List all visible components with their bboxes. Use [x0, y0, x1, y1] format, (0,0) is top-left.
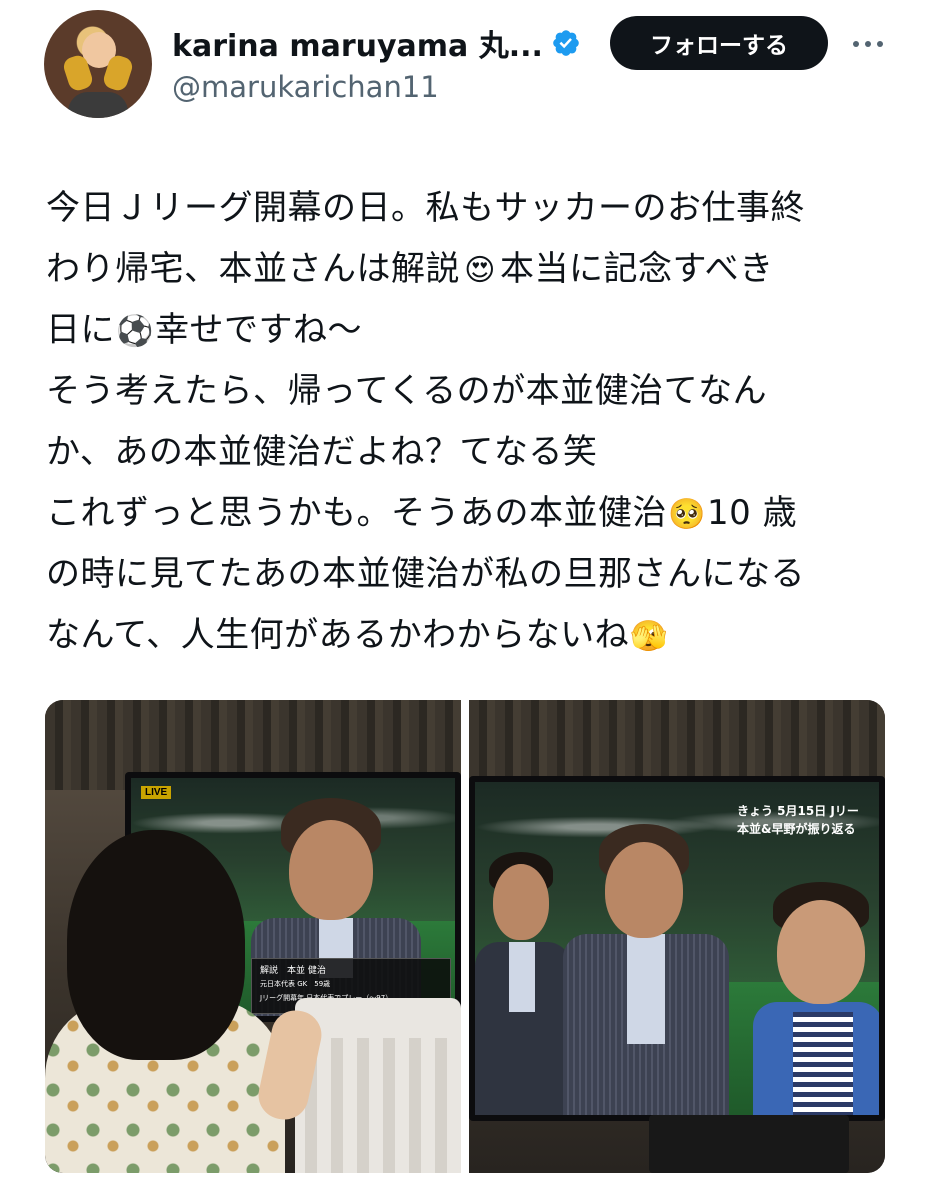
- tweet-line-text: わり帰宅、本並さんは解説: [46, 249, 460, 289]
- live-badge: LIVE: [141, 786, 172, 799]
- tweet-line-text: これずっと思うかも。そうあの本並健治: [46, 493, 667, 533]
- media-photo-right[interactable]: きょう 5月15日 Jリー 本並&早野が振り返る: [469, 700, 885, 1173]
- tweet-line-text: 日に: [46, 310, 115, 350]
- person-left-shirt: [509, 942, 535, 1012]
- verified-badge-icon: [553, 30, 579, 56]
- child-hair: [67, 830, 245, 1060]
- soccer-ball-emoji-icon: ⚽: [116, 314, 154, 349]
- person-right-shirt: [793, 1012, 853, 1115]
- person-right: [753, 882, 879, 1115]
- tweet-line-4: そう考えたら、帰ってくるのが本並健治てなん: [46, 361, 896, 422]
- avatar-shirt: [68, 92, 128, 118]
- tweet-line-text: か、あの本並健治だよね？てなる笑: [46, 432, 598, 472]
- tweet-line-text: そう考えたら、帰ってくるのが本並健治てなん: [46, 371, 768, 411]
- tweet-line-3: 日に⚽幸せですね〜: [46, 300, 896, 361]
- tv-stand: [649, 1115, 849, 1173]
- tweet-line-6: これずっと思うかも。そうあの本並健治🥺10 歳: [46, 483, 896, 544]
- person-right-face: [777, 900, 865, 1004]
- person-left-face: [493, 864, 549, 940]
- tweet-media: LIVE 解説 本並 健治 元日本代表 GK 59歳 Jリーグ開幕年 日本代表で…: [45, 700, 885, 1173]
- person-center-face: [605, 842, 683, 938]
- person-center: [563, 824, 733, 1115]
- display-name[interactable]: karina maruyama 丸...: [172, 21, 543, 65]
- tweet-line-text: 本当に記念すべき: [500, 249, 774, 289]
- person-center-shirt: [627, 934, 665, 1044]
- tweet-line-text: 幸せですね〜: [155, 310, 362, 350]
- name-row[interactable]: karina maruyama 丸...: [172, 20, 581, 66]
- tv-overlay-line1: きょう 5月15日 Jリー: [737, 804, 859, 818]
- tweet-header: karina maruyama 丸... @marukarichan11 フォロ…: [0, 0, 927, 140]
- tv-set: きょう 5月15日 Jリー 本並&早野が振り返る: [469, 776, 885, 1121]
- tweet-line-7: の時に見てたあの本並健治が私の旦那さんになる: [46, 544, 896, 605]
- media-photo-left[interactable]: LIVE 解説 本並 健治 元日本代表 GK 59歳 Jリーグ開幕年 日本代表で…: [45, 700, 461, 1173]
- tv-overlay-line2: 本並&早野が振り返る: [737, 822, 856, 836]
- tweet-line-text: 10 歳: [707, 493, 798, 533]
- face-peeking-emoji-icon: 🫣: [630, 619, 669, 654]
- user-handle[interactable]: @marukarichan11: [172, 70, 439, 104]
- tweet-line-text: の時に見てたあの本並健治が私の旦那さんになる: [46, 554, 805, 594]
- person-left: [475, 852, 575, 1115]
- more-dots-icon[interactable]: [848, 24, 888, 64]
- tweet-text: 今日Ｊリーグ開幕の日。私もサッカーのお仕事終 わり帰宅、本並さんは解説 😍 本当に記…: [46, 178, 896, 666]
- child: [45, 830, 345, 1173]
- avatar[interactable]: [44, 10, 152, 118]
- follow-button[interactable]: フォローする: [610, 16, 828, 70]
- pleading-face-emoji-icon: 🥺: [668, 497, 706, 532]
- heart-eyes-emoji-icon: 😍: [464, 253, 496, 288]
- tweet-line-8: なんて、人生何があるかわからないね🫣: [46, 605, 896, 666]
- tweet-line-5: か、あの本並健治だよね？てなる笑: [46, 422, 896, 483]
- tweet-line-text: なんて、人生何があるかわからないね: [46, 615, 630, 655]
- child-arm: [254, 1006, 326, 1124]
- tv-screen: きょう 5月15日 Jリー 本並&早野が振り返る: [475, 782, 879, 1115]
- tweet-line-1: 今日Ｊリーグ開幕の日。私もサッカーのお仕事終: [46, 178, 896, 239]
- tweet-line-text: 今日Ｊリーグ開幕の日。私もサッカーのお仕事終: [46, 188, 805, 228]
- tweet-line-2: わり帰宅、本並さんは解説 😍 本当に記念すべき: [46, 239, 896, 300]
